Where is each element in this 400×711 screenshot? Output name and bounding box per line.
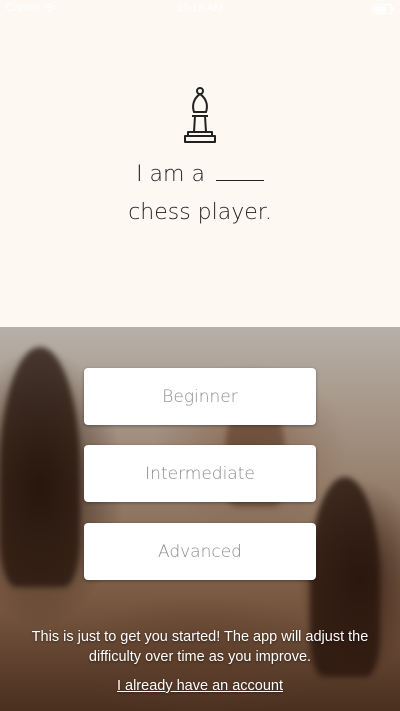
headline-line1: I am a — [0, 162, 400, 187]
battery-icon — [372, 4, 394, 14]
login-link[interactable]: I already have an account — [0, 678, 400, 694]
info-text: This is just to get you started! The app… — [31, 629, 369, 665]
intermediate-button[interactable]: Intermediate — [84, 445, 316, 502]
advanced-button[interactable]: Advanced — [84, 523, 316, 580]
status-right — [372, 4, 394, 14]
headline-text: I am a — [136, 162, 205, 187]
background-photo: Beginner Intermediate Advanced This is j… — [0, 327, 400, 711]
header-panel: Carrier 10:16 AM I am a chess player. — [0, 0, 400, 327]
blank-underline — [215, 164, 264, 181]
status-bar: Carrier 10:16 AM — [0, 0, 400, 18]
onboarding-screen: Carrier 10:16 AM I am a chess player. Be… — [0, 0, 400, 711]
bishop-icon — [184, 87, 216, 143]
status-time: 10:16 AM — [176, 2, 224, 14]
beginner-button[interactable]: Beginner — [84, 368, 316, 425]
blurred-chess-piece — [0, 347, 80, 587]
battery-level — [374, 6, 386, 12]
headline-line2: chess player. — [128, 200, 272, 225]
